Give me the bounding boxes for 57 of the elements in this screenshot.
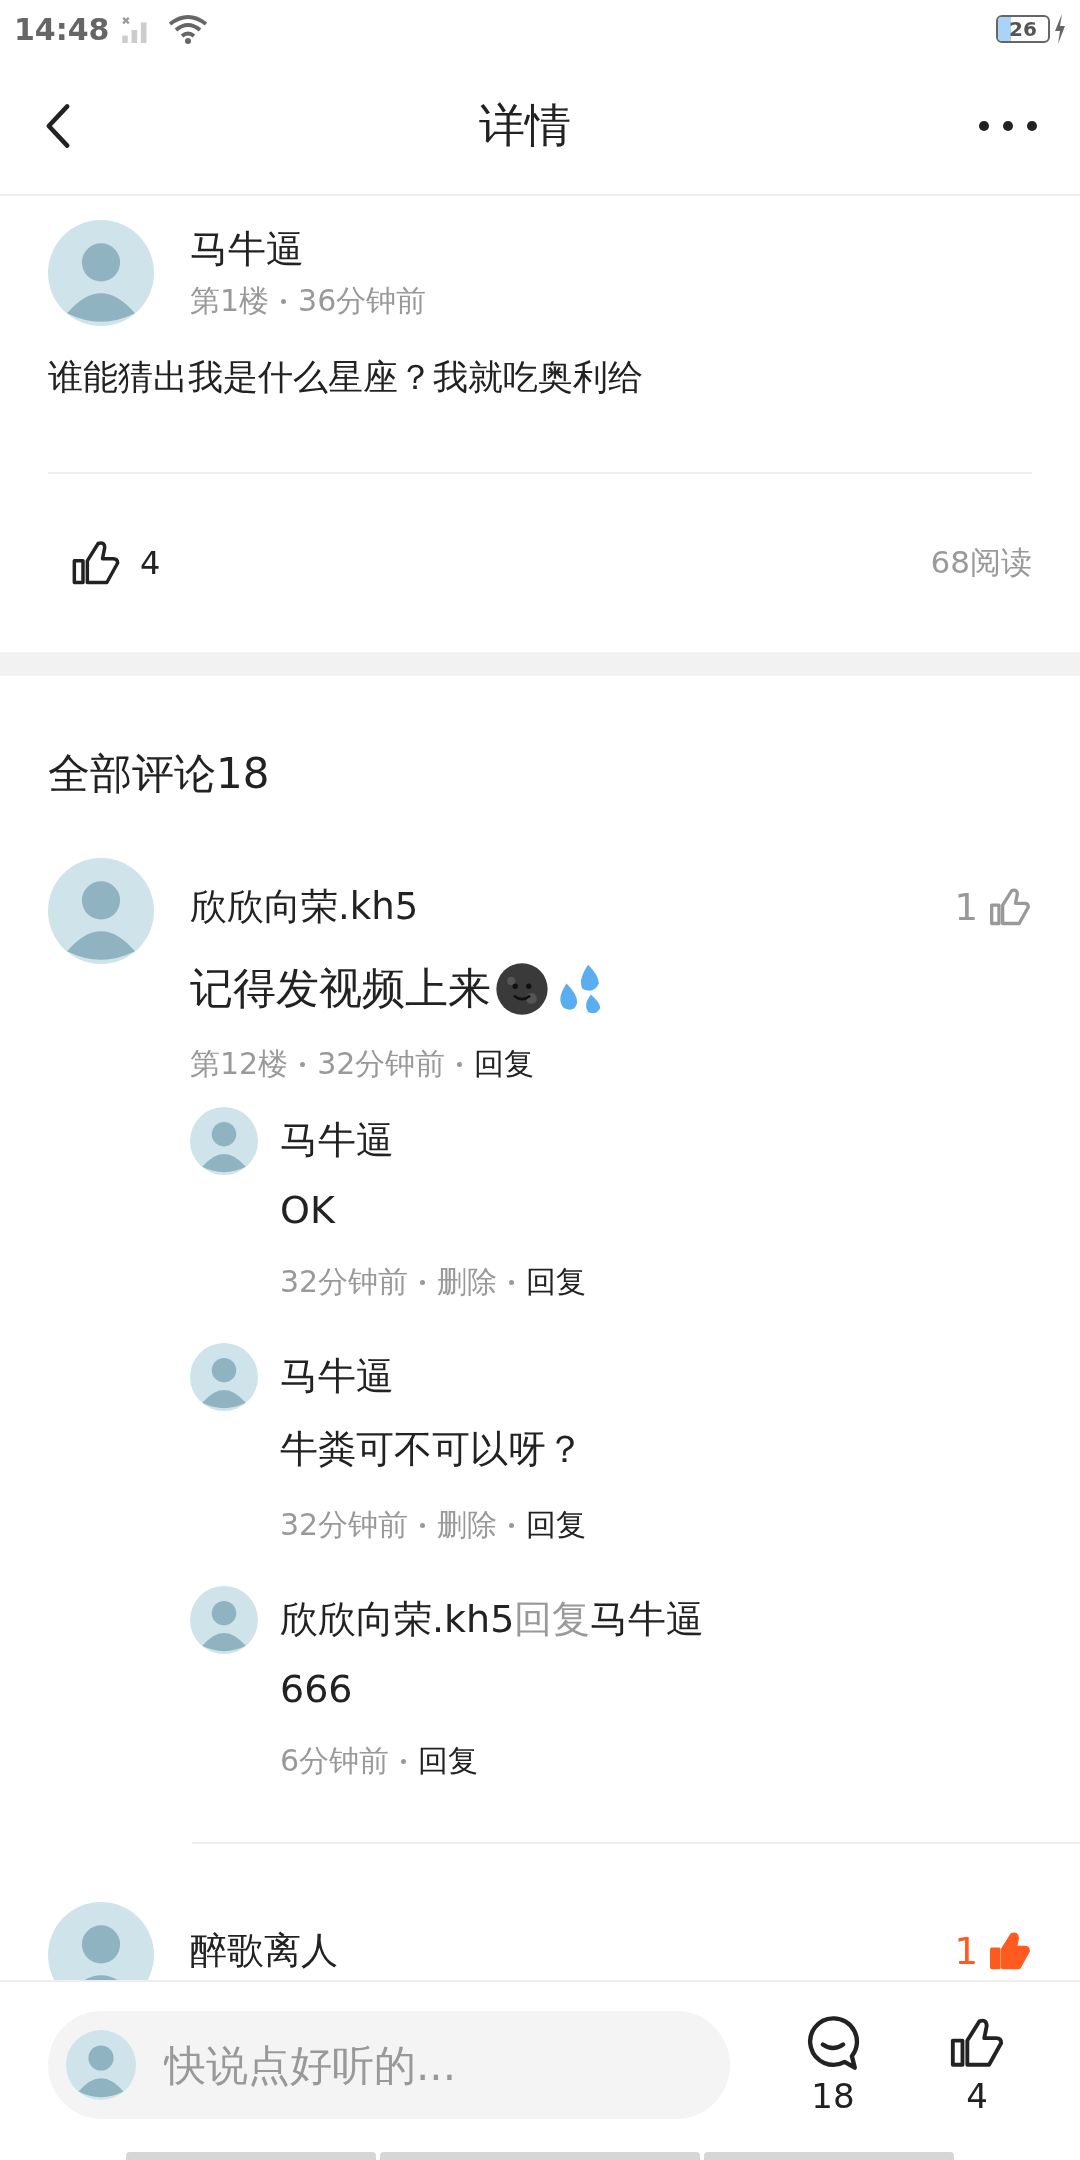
author-name[interactable]: 马牛逼 [190,224,427,275]
comment-text: 记得发视频上来 [190,962,491,1015]
author-name[interactable]: 欣欣向荣.kh5 [280,1594,515,1645]
battery-fill [998,17,1011,41]
separator-dot [281,299,287,304]
section-title: 全部评论18 [48,748,271,800]
avatar-icon [190,1343,258,1411]
separator-dot [509,1280,515,1285]
separator-dot [401,1759,407,1764]
reply-text: 666 [280,1667,354,1711]
page-title: 详情 [479,97,571,154]
post-time: 36分钟前 [298,282,427,320]
thumbs-up-filled-icon[interactable] [988,1930,1032,1972]
like-count: 4 [966,2076,988,2116]
more-icon[interactable] [978,120,1038,132]
thumbs-up-icon[interactable] [70,539,122,587]
reply-label: 回复 [514,1596,591,1643]
comment-count: 18 [811,2076,855,2116]
avatar-icon [190,1107,258,1175]
author-name[interactable]: 醉歌离人 [190,1926,338,1976]
separator-dot [457,1062,463,1067]
separator-dot [300,1062,306,1067]
reply-link[interactable]: 回复 [526,1262,587,1303]
avatar-icon [190,1586,258,1654]
avatar-icon [48,858,154,964]
separator-dot [420,1280,426,1285]
moon-face-icon [495,962,549,1016]
author-name[interactable]: 欣欣向荣.kh5 [190,882,419,932]
reply-text: 牛粪可不可以呀？ [280,1426,585,1473]
clock-time: 14:48 [14,11,110,47]
reply-time: 32分钟前 [280,1263,409,1301]
author-name[interactable]: 马牛逼 [280,1351,394,1402]
reply-link[interactable]: 回复 [474,1044,535,1085]
charging-icon [1054,14,1066,44]
floor-number: 第12楼 [190,1045,289,1083]
reply-link[interactable]: 回复 [418,1741,479,1782]
wifi-icon [167,14,208,44]
like-count: 1 [954,885,978,929]
reply-text: OK [280,1188,337,1232]
avatar-icon [66,2030,136,2100]
separator-dot [420,1523,426,1528]
like-count: 4 [140,544,161,582]
author-name[interactable]: 马牛逼 [280,1115,394,1166]
reply-time: 6分钟前 [280,1742,390,1780]
reply-time: 32分钟前 [280,1506,409,1544]
back-icon[interactable] [44,103,72,149]
floor-number: 第1楼 [190,282,270,320]
author-name[interactable]: 马牛逼 [590,1594,705,1645]
separator-dot [509,1523,515,1528]
comment-time: 32分钟前 [317,1045,446,1083]
like-count: 1 [954,1929,978,1973]
thumbs-up-icon[interactable] [988,886,1032,928]
battery-level: 26 [1009,17,1037,41]
post-text: 谁能猜出我是什么星座？我就吃奥利给 [48,356,644,399]
reply-link[interactable]: 回复 [526,1505,587,1546]
read-count: 68阅读 [930,543,1032,582]
avatar-icon [48,220,154,326]
